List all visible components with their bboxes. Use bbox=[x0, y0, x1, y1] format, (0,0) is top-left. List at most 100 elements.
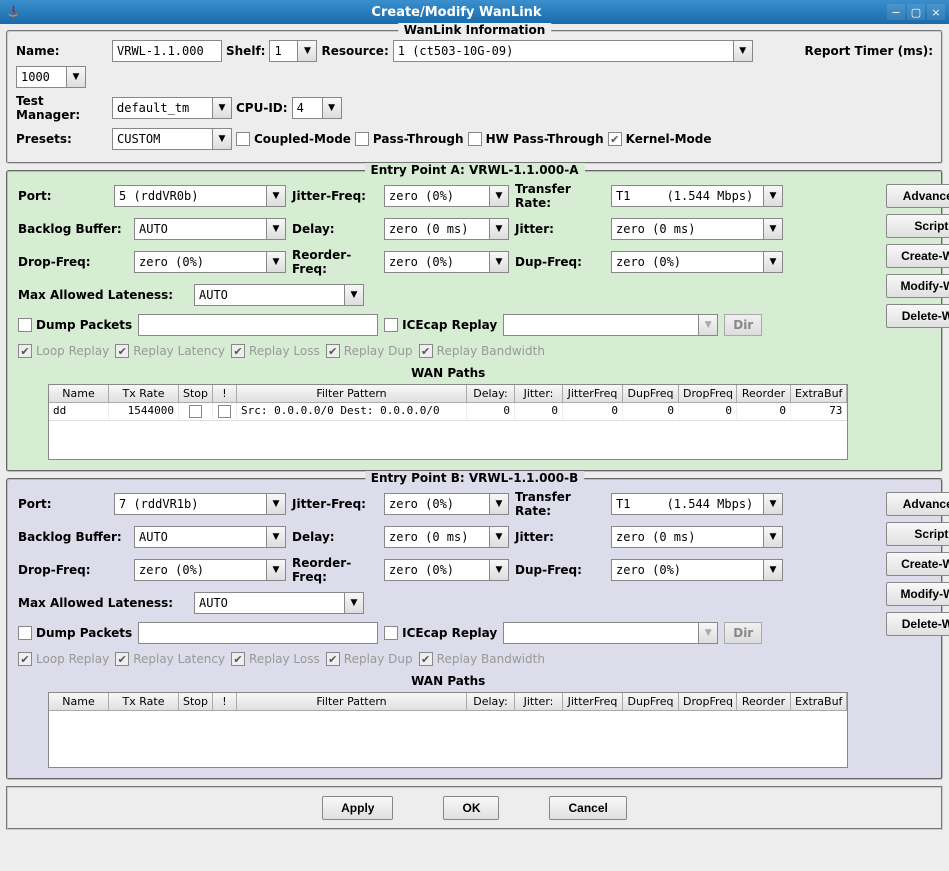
ep-a-jitter-dropdown[interactable]: ▼ bbox=[763, 218, 783, 240]
ep-b-port-dropdown[interactable]: ▼ bbox=[266, 493, 286, 515]
ep-a-jitter-input[interactable] bbox=[611, 218, 763, 240]
coupled-mode-check[interactable]: Coupled-Mode bbox=[236, 132, 351, 146]
ep-a-delay-dropdown[interactable]: ▼ bbox=[489, 218, 509, 240]
ep-b-advanced-button[interactable]: Advanced bbox=[886, 492, 949, 516]
stop-check[interactable] bbox=[189, 405, 202, 418]
cancel-button[interactable]: Cancel bbox=[549, 796, 626, 820]
ep-a-dupfreq-input[interactable] bbox=[611, 251, 763, 273]
ep-a-rlat-check: Replay Latency bbox=[115, 344, 225, 358]
minimize-button[interactable]: − bbox=[887, 4, 905, 20]
ep-b-dropfreq-dropdown[interactable]: ▼ bbox=[266, 559, 286, 581]
ep-b-delay-dropdown[interactable]: ▼ bbox=[489, 526, 509, 548]
kernel-mode-check[interactable]: Kernel-Mode bbox=[608, 132, 712, 146]
ep-a-modify-wp-button[interactable]: Modify-WP bbox=[886, 274, 949, 298]
name-input[interactable] bbox=[112, 40, 222, 62]
apply-button[interactable]: Apply bbox=[322, 796, 393, 820]
wanlink-info-group: WanLink Information Name: Shelf: ▼ Resou… bbox=[6, 30, 943, 164]
ep-b-dir-button[interactable]: Dir bbox=[724, 622, 762, 644]
ep-b-backlog-label: Backlog Buffer: bbox=[18, 530, 128, 544]
ok-button[interactable]: OK bbox=[443, 796, 499, 820]
ep-b-dump-check[interactable]: Dump Packets bbox=[18, 626, 132, 640]
tm-input[interactable] bbox=[112, 97, 212, 119]
shelf-dropdown[interactable]: ▼ bbox=[297, 40, 317, 62]
ep-a-delay-input[interactable] bbox=[384, 218, 489, 240]
wanlink-info-legend: WanLink Information bbox=[398, 23, 552, 37]
pass-through-check[interactable]: Pass-Through bbox=[355, 132, 464, 146]
ep-a-trate-dropdown[interactable]: ▼ bbox=[763, 185, 783, 207]
report-input[interactable] bbox=[16, 66, 66, 88]
ep-a-backlog-input[interactable] bbox=[134, 218, 266, 240]
ep-b-rdup-check: Replay Dup bbox=[326, 652, 413, 666]
ep-b-jitter-input[interactable] bbox=[611, 526, 763, 548]
ep-a-script-button[interactable]: Script bbox=[886, 214, 949, 238]
resource-dropdown[interactable]: ▼ bbox=[733, 40, 753, 62]
ep-a-port-dropdown[interactable]: ▼ bbox=[266, 185, 286, 207]
ep-b-maxlate-input[interactable] bbox=[194, 592, 344, 614]
ep-a-maxlate-input[interactable] bbox=[194, 284, 344, 306]
ep-a-maxlate-dropdown[interactable]: ▼ bbox=[344, 284, 364, 306]
ep-a-jfreq-dropdown[interactable]: ▼ bbox=[489, 185, 509, 207]
ep-a-rloss-check: Replay Loss bbox=[231, 344, 320, 358]
ep-b-backlog-input[interactable] bbox=[134, 526, 266, 548]
bang-check[interactable] bbox=[218, 405, 231, 418]
ep-b-create-wp-button[interactable]: Create-WP bbox=[886, 552, 949, 576]
shelf-input[interactable] bbox=[269, 40, 297, 62]
ep-b-backlog-dropdown[interactable]: ▼ bbox=[266, 526, 286, 548]
ep-a-table[interactable]: Name Tx Rate Stop ! Filter Pattern Delay… bbox=[48, 384, 848, 460]
ep-b-table[interactable]: Name Tx Rate Stop ! Filter Pattern Delay… bbox=[48, 692, 848, 768]
ep-b-refreq-input[interactable] bbox=[384, 559, 489, 581]
ep-b-dupfreq-dropdown[interactable]: ▼ bbox=[763, 559, 783, 581]
ep-b-modify-wp-button[interactable]: Modify-WP bbox=[886, 582, 949, 606]
cpu-input[interactable] bbox=[292, 97, 322, 119]
ep-a-refreq-input[interactable] bbox=[384, 251, 489, 273]
ep-a-ice-check[interactable]: ICEcap Replay bbox=[384, 318, 497, 332]
ep-a-dupfreq-label: Dup-Freq: bbox=[515, 255, 605, 269]
ep-b-ice-check[interactable]: ICEcap Replay bbox=[384, 626, 497, 640]
resource-input[interactable] bbox=[393, 40, 733, 62]
ep-b-script-button[interactable]: Script bbox=[886, 522, 949, 546]
ep-b-delay-input[interactable] bbox=[384, 526, 489, 548]
window-title: Create/Modify WanLink bbox=[26, 5, 887, 20]
ep-a-create-wp-button[interactable]: Create-WP bbox=[886, 244, 949, 268]
ep-a-dropfreq-dropdown[interactable]: ▼ bbox=[266, 251, 286, 273]
ep-b-delete-wp-button[interactable]: Delete-WP bbox=[886, 612, 949, 636]
table-row[interactable]: dd 1544000 Src: 0.0.0.0/0 Dest: 0.0.0.0/… bbox=[49, 403, 847, 421]
ep-a-dir-button[interactable]: Dir bbox=[724, 314, 762, 336]
report-dropdown[interactable]: ▼ bbox=[66, 66, 86, 88]
hw-pass-through-check[interactable]: HW Pass-Through bbox=[468, 132, 604, 146]
ep-b-trate-dropdown[interactable]: ▼ bbox=[763, 493, 783, 515]
ep-b-loop-check: Loop Replay bbox=[18, 652, 109, 666]
ep-a-jfreq-input[interactable] bbox=[384, 185, 489, 207]
ep-b-jfreq-input[interactable] bbox=[384, 493, 489, 515]
ep-b-maxlate-dropdown[interactable]: ▼ bbox=[344, 592, 364, 614]
ep-b-jitter-dropdown[interactable]: ▼ bbox=[763, 526, 783, 548]
ep-b-dropfreq-label: Drop-Freq: bbox=[18, 563, 128, 577]
presets-input[interactable] bbox=[112, 128, 212, 150]
ep-a-refreq-dropdown[interactable]: ▼ bbox=[489, 251, 509, 273]
ep-a-dropfreq-input[interactable] bbox=[134, 251, 266, 273]
ep-b-refreq-dropdown[interactable]: ▼ bbox=[489, 559, 509, 581]
maximize-button[interactable]: ▢ bbox=[907, 4, 925, 20]
close-button[interactable]: × bbox=[927, 4, 945, 20]
ep-b-dump-input[interactable] bbox=[138, 622, 378, 644]
ep-a-dump-input[interactable] bbox=[138, 314, 378, 336]
ep-a-trate-input[interactable] bbox=[611, 185, 763, 207]
ep-a-backlog-dropdown[interactable]: ▼ bbox=[266, 218, 286, 240]
ep-b-jfreq-dropdown[interactable]: ▼ bbox=[489, 493, 509, 515]
tm-dropdown[interactable]: ▼ bbox=[212, 97, 232, 119]
ep-b-trate-input[interactable] bbox=[611, 493, 763, 515]
ep-a-port-input[interactable] bbox=[114, 185, 266, 207]
ep-b-dupfreq-input[interactable] bbox=[611, 559, 763, 581]
ep-b-dropfreq-input[interactable] bbox=[134, 559, 266, 581]
ep-a-delete-wp-button[interactable]: Delete-WP bbox=[886, 304, 949, 328]
ep-a-port-label: Port: bbox=[18, 189, 108, 203]
ep-a-advanced-button[interactable]: Advanced bbox=[886, 184, 949, 208]
ep-a-legend: Entry Point A: VRWL-1.1.000-A bbox=[364, 163, 584, 177]
cpu-dropdown[interactable]: ▼ bbox=[322, 97, 342, 119]
ep-a-dupfreq-dropdown[interactable]: ▼ bbox=[763, 251, 783, 273]
presets-dropdown[interactable]: ▼ bbox=[212, 128, 232, 150]
cpu-label: CPU-ID: bbox=[236, 101, 288, 115]
ep-b-port-input[interactable] bbox=[114, 493, 266, 515]
ep-a-dump-check[interactable]: Dump Packets bbox=[18, 318, 132, 332]
entry-point-b-group: Entry Point B: VRWL-1.1.000-B Port: ▼ Ji… bbox=[6, 478, 943, 780]
